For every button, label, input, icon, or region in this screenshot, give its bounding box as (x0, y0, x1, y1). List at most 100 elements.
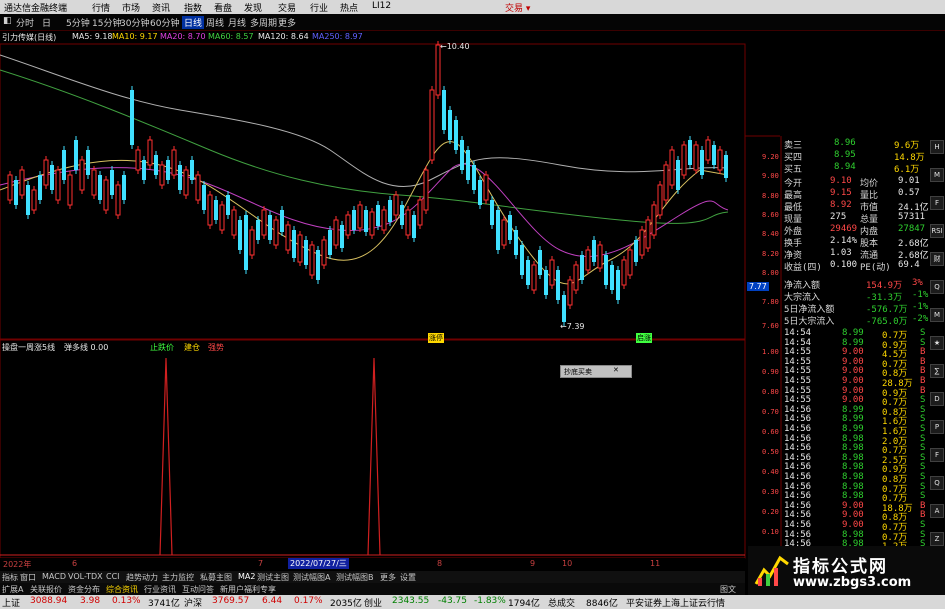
side-button[interactable]: Q (930, 476, 944, 490)
indicator-header: 操盘一周涨5线 弹多线 0.00 止跌价 建仓 强势 (2, 342, 332, 354)
tab-more[interactable]: 更多 (380, 572, 396, 583)
status-item: 3741亿 (148, 599, 180, 609)
stat-row: 外盘 29469 内盘 27847 (782, 224, 930, 237)
side-button[interactable]: F (930, 448, 944, 462)
tab-macd[interactable]: MACD (42, 572, 66, 581)
candle-body (135, 149, 141, 171)
tab-trend[interactable]: 趋势动力 (126, 572, 158, 583)
candle-body (466, 150, 470, 180)
order-price: 8.94 (834, 162, 856, 172)
tick-time: 14:56 (784, 481, 812, 492)
tab-window[interactable]: 窗口 (20, 572, 36, 583)
tab-test-a[interactable]: 测试幅图A (293, 572, 330, 583)
tick-price: 8.98 (842, 462, 864, 473)
candle-body (597, 244, 603, 269)
side-button[interactable]: RSI (930, 224, 944, 238)
ext-tab[interactable]: 扩展A (2, 584, 23, 595)
tick-price: 8.99 (842, 414, 864, 425)
tab-test-b[interactable]: 测试幅图B (336, 572, 374, 583)
side-button[interactable]: ∑ (930, 364, 944, 378)
stat-value: 69.4 (898, 260, 920, 270)
tick-side: S (920, 472, 926, 482)
ext-tab[interactable]: 关联报价 (30, 584, 62, 595)
tick-time: 14:56 (784, 491, 812, 502)
candle-body (369, 211, 375, 236)
candle-body (297, 234, 303, 263)
tick-time: 14:56 (784, 529, 812, 540)
candle-body (7, 174, 13, 201)
candle-body (67, 174, 73, 206)
tab-cci[interactable]: CCI (106, 572, 120, 581)
candle-body (538, 250, 542, 275)
side-button[interactable]: M (930, 168, 944, 182)
candle-body (154, 155, 158, 175)
tab-test-main[interactable]: 测试主图 (257, 572, 289, 583)
tick-price: 9.00 (842, 510, 864, 521)
candle-body (26, 185, 30, 215)
candle-body (435, 44, 441, 96)
side-button[interactable]: F (930, 196, 944, 210)
side-button[interactable]: P (930, 420, 944, 434)
side-button[interactable]: M (930, 308, 944, 322)
tick-side: S (920, 433, 926, 444)
buy-sell-popup[interactable]: 抄底买卖 ✕ (560, 365, 632, 378)
candle-body (50, 165, 54, 190)
signal-spike (367, 357, 381, 556)
ind-tick: 0.20 (762, 508, 779, 516)
status-item: -1.83% (474, 596, 506, 606)
stat-row: 净资 1.03 流通 2.68亿 (782, 248, 930, 261)
ext-tab[interactable]: 行业资讯 (144, 584, 176, 595)
candle-body (357, 204, 363, 229)
tab-private[interactable]: 私募主图 (200, 572, 232, 583)
ext-tab[interactable]: 综合资讯 (106, 584, 138, 595)
candle-body (508, 215, 512, 240)
side-button[interactable]: 财 (930, 252, 944, 266)
tick-side: B (920, 376, 926, 386)
candle-body (693, 144, 699, 171)
ext-tab[interactable]: 互动问答 (182, 584, 214, 595)
candle-body (448, 110, 452, 140)
tick-side: S (920, 443, 926, 454)
tick-price: 8.99 (842, 337, 864, 348)
ind-tick: 0.40 (762, 468, 779, 476)
stat-row: 现量 275 总量 57311 (782, 212, 930, 225)
candle-body (585, 249, 591, 271)
tab-indicator[interactable]: 指标 (2, 572, 18, 583)
popup-close-icon[interactable]: ✕ (613, 366, 619, 374)
tick-time: 14:56 (784, 433, 812, 444)
candle-body (400, 205, 404, 225)
side-button[interactable]: H (930, 140, 944, 154)
tab-ma2[interactable]: MA2 (238, 572, 255, 581)
status-item: 3769.57 (212, 596, 250, 606)
candle-body (178, 165, 182, 190)
candle-body (490, 200, 494, 225)
candle-body (202, 185, 206, 210)
side-button[interactable]: A (930, 504, 944, 518)
candle-body (639, 229, 645, 256)
tick-time: 14:56 (784, 414, 812, 425)
side-button[interactable]: Q (930, 280, 944, 294)
ext-tab[interactable]: 新用户福利专享 (220, 584, 276, 595)
candle-body (304, 240, 308, 265)
side-button[interactable]: D (930, 392, 944, 406)
tab-monitor[interactable]: 主力监控 (162, 572, 194, 583)
status-item: 0.13% (112, 596, 141, 606)
indicator-axis: 1.00 0.90 0.80 0.70 0.60 0.50 0.40 0.30 … (750, 345, 780, 565)
indicator-frame (0, 339, 746, 559)
ext-tab[interactable]: 资金分布 (68, 584, 100, 595)
tick-time: 14:55 (784, 356, 812, 367)
flow-pct: -1% (912, 302, 929, 312)
tab-vol[interactable]: VOL-TDX (68, 572, 103, 581)
tab-settings[interactable]: 设置 (400, 572, 416, 583)
indicator-subtitle: 弹多线 0.00 (64, 343, 109, 352)
candle-body (309, 244, 315, 276)
ind-tick: 0.50 (762, 448, 779, 456)
side-button[interactable]: ★ (930, 336, 944, 350)
tick-price: 8.98 (842, 529, 864, 540)
tick-side: S (920, 328, 926, 338)
watermark-logo: 指标公式网 www.zbgs3.com (748, 546, 945, 595)
side-button[interactable]: Z (930, 532, 944, 546)
candle-body (520, 245, 524, 275)
date-cursor-label: 2022/07/27/三 (288, 558, 349, 569)
order-row: 买四 8.95 14.8万 (782, 150, 930, 163)
